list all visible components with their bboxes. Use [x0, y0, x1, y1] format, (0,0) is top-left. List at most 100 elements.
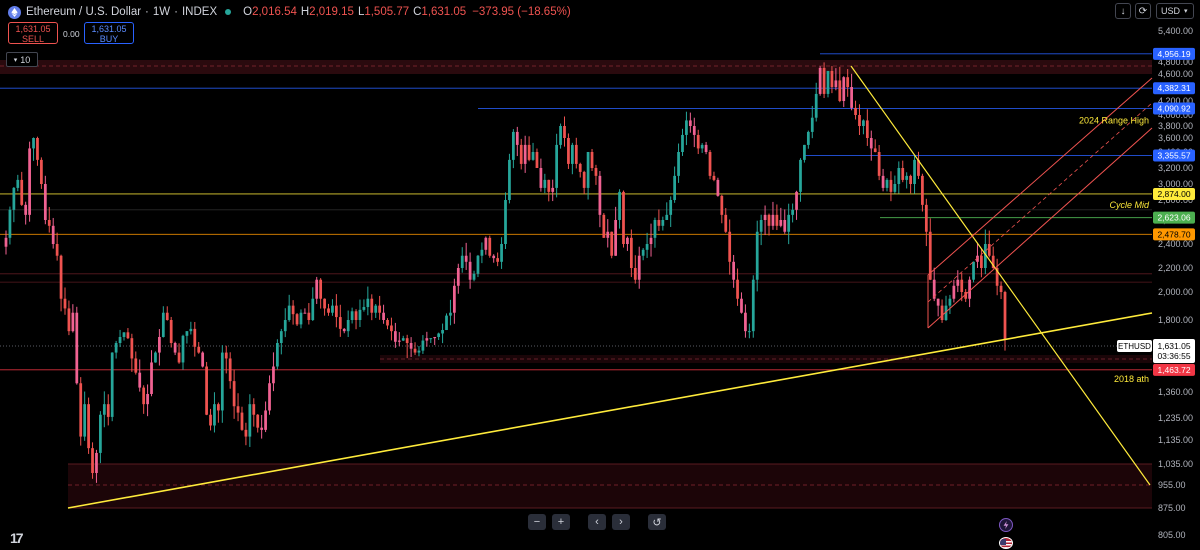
candle-body — [980, 255, 983, 268]
candle-body — [114, 343, 118, 353]
candle-body — [158, 336, 161, 353]
candle-body — [677, 152, 680, 176]
candle-body — [838, 80, 842, 101]
candle-body — [940, 305, 944, 320]
candle-body — [417, 350, 421, 353]
axis-tick-label: 2,200.00 — [1158, 263, 1193, 273]
candle-body — [492, 255, 496, 259]
price-chart[interactable]: 2024 Range High Cycle Mid 2018 ath 5,400.0… — [0, 0, 1200, 550]
zoom-in-button[interactable]: + — [552, 514, 570, 530]
candle-body — [842, 77, 846, 101]
candle-body — [126, 332, 130, 339]
candle-body — [747, 331, 751, 333]
candle-body — [508, 159, 511, 200]
candle-body — [590, 152, 594, 168]
candle-body — [877, 152, 881, 176]
candle-body — [409, 343, 413, 349]
candle-body — [720, 195, 724, 215]
symbol-timeframe[interactable]: 1W — [153, 6, 170, 18]
candle-body — [570, 144, 574, 164]
fullscreen-button[interactable]: ⟳ — [1135, 3, 1151, 19]
scroll-right-button[interactable]: › — [612, 514, 630, 530]
zoom-out-button[interactable]: − — [528, 514, 546, 530]
axis-tick-label: 3,800.00 — [1158, 121, 1193, 131]
download-button[interactable]: ↓ — [1115, 3, 1131, 19]
candle-body — [500, 244, 503, 262]
currency-select[interactable]: USD ▾ — [1156, 3, 1194, 19]
reset-chart-button[interactable]: ↺ — [648, 514, 666, 530]
lightning-event-icon[interactable] — [999, 518, 1013, 532]
candle-body — [692, 126, 696, 135]
candle-body — [460, 255, 464, 268]
candle-body — [673, 175, 676, 200]
us-flag-icon[interactable] — [999, 537, 1013, 549]
candle-body — [480, 249, 484, 256]
candle-body — [390, 325, 393, 332]
tradingview-logo-icon[interactable]: 17 — [10, 530, 24, 546]
candle-body — [484, 237, 488, 250]
candle-body — [217, 404, 220, 411]
candle-body — [67, 308, 71, 332]
candle-body — [924, 204, 928, 232]
candle-body — [268, 383, 271, 411]
candle-body — [763, 214, 767, 220]
candle-body — [527, 144, 531, 160]
symbol-header[interactable]: Ethereum / U.S. Dollar · 1W · INDEX O 2,0… — [8, 4, 571, 20]
candle-body — [610, 231, 614, 256]
candle-body — [244, 429, 248, 437]
buy-button[interactable]: 1,631.05 BUY — [84, 22, 134, 44]
axis-tick-label: 1,035.00 — [1158, 459, 1193, 469]
candle-body — [645, 244, 649, 250]
symbol-name[interactable]: Ethereum / U.S. Dollar — [26, 6, 141, 18]
candle-body — [669, 200, 673, 215]
indicators-toggle[interactable]: ▾ 10 — [6, 52, 38, 67]
candle-body — [818, 67, 822, 94]
candle-body — [405, 338, 409, 343]
candle-body — [551, 187, 555, 192]
scroll-left-button[interactable]: ‹ — [588, 514, 606, 530]
candle-body — [87, 404, 90, 449]
candle-body — [315, 279, 319, 299]
candle-body — [130, 338, 134, 359]
candle-body — [110, 352, 114, 417]
ethereum-icon — [8, 5, 21, 19]
candle-body — [358, 309, 362, 320]
market-status-icon — [225, 9, 232, 15]
candle-body — [425, 338, 429, 341]
candle-body — [960, 279, 964, 292]
candle-body — [59, 255, 63, 299]
candle-body — [846, 77, 850, 87]
candle-body — [948, 298, 952, 306]
sell-button[interactable]: 1,631.05 SELL — [8, 22, 58, 44]
candle-body — [567, 138, 570, 164]
candle-body — [134, 358, 138, 373]
candle-body — [799, 159, 802, 192]
candle-body — [582, 171, 586, 188]
candle-body — [775, 214, 779, 226]
candle-body — [445, 315, 448, 331]
candle-body — [771, 214, 775, 226]
candle-body — [889, 179, 893, 192]
candle-body — [173, 343, 177, 353]
reset-icon: ↺ — [652, 516, 662, 529]
candle-body — [696, 134, 700, 149]
candle-body — [335, 305, 338, 318]
candle-body — [342, 328, 346, 332]
descending-trendline — [850, 65, 1151, 486]
candle-body — [401, 338, 405, 341]
candle-body — [299, 312, 303, 325]
candle-body — [95, 452, 98, 473]
candle-body — [99, 414, 102, 453]
change-value: −373.95 (−18.65%) — [472, 6, 571, 18]
candle-body — [759, 220, 763, 232]
candle-body — [905, 175, 909, 180]
candle-body — [429, 338, 433, 340]
candle-body — [987, 244, 991, 256]
level-lines-layer — [0, 53, 1152, 371]
candle-body — [681, 134, 684, 152]
candle-body — [602, 214, 606, 238]
open-label: O — [243, 6, 253, 18]
candle-body — [28, 148, 31, 215]
candle-body — [791, 209, 794, 215]
candle-body — [181, 335, 185, 363]
